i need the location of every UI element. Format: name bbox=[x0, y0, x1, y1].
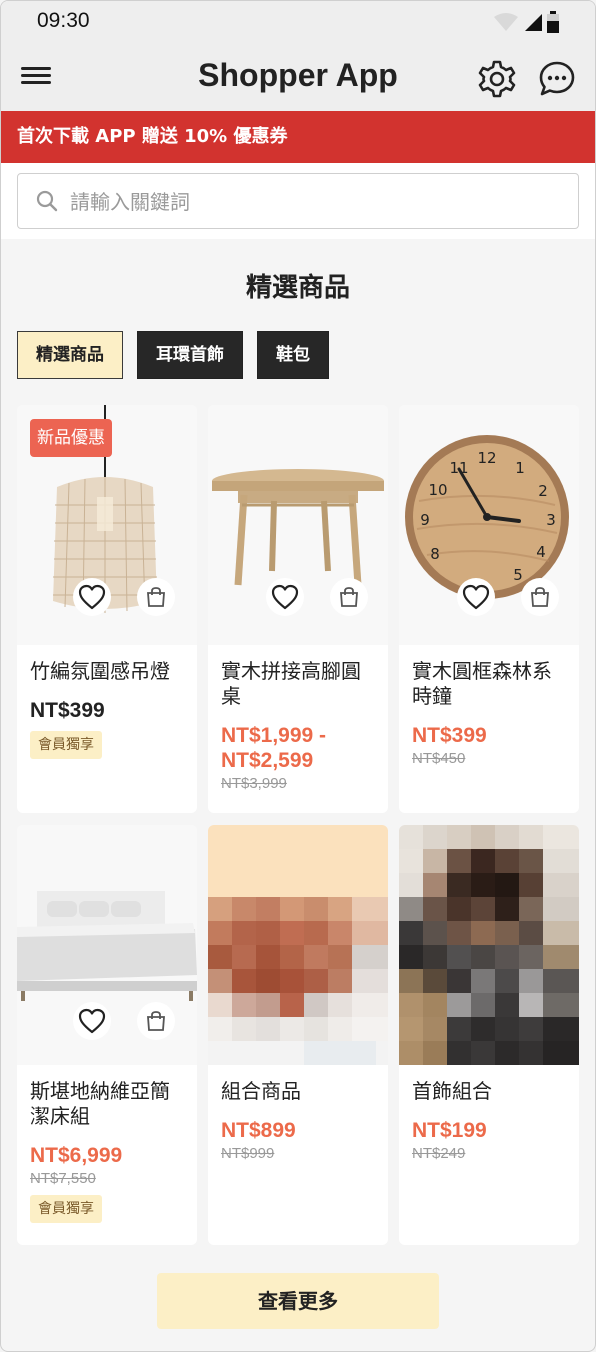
search-input[interactable] bbox=[70, 184, 550, 220]
phone-frame: 09:30 Shopper App 首次下載 APP 贈送 10% 優惠券 請輸… bbox=[0, 0, 596, 1352]
svg-text:2: 2 bbox=[538, 482, 548, 500]
product-info: 組合商品 NT$899 NT$999 bbox=[208, 1065, 388, 1162]
svg-text:9: 9 bbox=[420, 511, 430, 529]
original-price: NT$450 bbox=[412, 750, 466, 767]
svg-text:8: 8 bbox=[430, 545, 440, 563]
status-icons bbox=[493, 11, 559, 33]
heart-icon[interactable] bbox=[73, 578, 111, 616]
svg-text:10: 10 bbox=[428, 481, 447, 499]
product-name[interactable]: 實木圓框森林系時鐘 bbox=[412, 659, 566, 709]
category-tabs: 精選商品 耳環首飾 鞋包 bbox=[17, 331, 329, 379]
view-more-button[interactable]: 查看更多 bbox=[157, 1273, 439, 1329]
tab-earrings-jewelry[interactable]: 耳環首飾 bbox=[137, 331, 243, 379]
battery-icon bbox=[547, 11, 559, 33]
product-card[interactable]: 斯堪地納維亞簡潔床組 NT$6,999 NT$7,550 會員獨享 bbox=[17, 825, 197, 1245]
product-card[interactable]: 實木拼接高腳圓桌 NT$1,999 - NT$2,599 NT$3,999 bbox=[208, 405, 388, 813]
product-card[interactable]: 組合商品 NT$899 NT$999 bbox=[208, 825, 388, 1245]
signal-icon bbox=[525, 14, 542, 31]
product-image-lamp[interactable]: 新品優惠 bbox=[17, 405, 197, 645]
product-price: NT$199 bbox=[412, 1119, 487, 1142]
original-price: NT$999 bbox=[221, 1145, 275, 1162]
gear-icon[interactable] bbox=[477, 59, 517, 99]
product-card[interactable]: 首飾組合 NT$199 NT$249 bbox=[399, 825, 579, 1245]
search-icon bbox=[36, 190, 58, 212]
product-price: NT$399 bbox=[30, 699, 105, 722]
svg-text:12: 12 bbox=[477, 449, 496, 467]
member-exclusive-badge: 會員獨享 bbox=[30, 731, 102, 759]
member-exclusive-badge: 會員獨享 bbox=[30, 1195, 102, 1223]
new-product-badge: 新品優惠 bbox=[30, 419, 112, 457]
status-time: 09:30 bbox=[37, 9, 90, 32]
product-name[interactable]: 斯堪地納維亞簡潔床組 bbox=[30, 1079, 184, 1129]
shopping-bag-icon[interactable] bbox=[330, 578, 368, 616]
search-box[interactable] bbox=[17, 173, 579, 229]
svg-text:4: 4 bbox=[536, 543, 546, 561]
product-info: 斯堪地納維亞簡潔床組 NT$6,999 NT$7,550 會員獨享 bbox=[17, 1065, 197, 1223]
product-card[interactable]: 12 1 2 345 11 10 9 8 實木圓框森林系時鐘 NT$399 NT$450 bbox=[399, 405, 579, 813]
heart-icon[interactable] bbox=[73, 1002, 111, 1040]
product-info: 實木圓框森林系時鐘 NT$399 NT$450 bbox=[399, 645, 579, 767]
product-info: 竹編氛圍感吊燈 NT$399 會員獨享 bbox=[17, 645, 197, 759]
product-image-bundle[interactable] bbox=[208, 825, 388, 1065]
tab-shoes-bags[interactable]: 鞋包 bbox=[257, 331, 329, 379]
product-price: NT$1,999 - NT$2,599 bbox=[221, 724, 327, 772]
svg-text:1: 1 bbox=[515, 459, 525, 477]
wifi-icon bbox=[494, 13, 518, 31]
product-info: 首飾組合 NT$199 NT$249 bbox=[399, 1065, 579, 1162]
heart-icon[interactable] bbox=[457, 578, 495, 616]
product-price: NT$899 bbox=[221, 1119, 296, 1142]
heart-icon[interactable] bbox=[266, 578, 304, 616]
shopping-bag-icon[interactable] bbox=[137, 578, 175, 616]
section-title: 精選商品 bbox=[245, 273, 350, 303]
search-area bbox=[1, 163, 595, 239]
original-price: NT$7,550 bbox=[30, 1170, 96, 1187]
tab-featured[interactable]: 精選商品 bbox=[17, 331, 123, 379]
product-image-clock[interactable]: 12 1 2 345 11 10 9 8 bbox=[399, 405, 579, 645]
product-price: NT$6,999 bbox=[30, 1144, 123, 1167]
product-image-table[interactable] bbox=[208, 405, 388, 645]
svg-text:5: 5 bbox=[513, 566, 523, 584]
chat-bubble-icon[interactable] bbox=[537, 59, 577, 99]
product-name[interactable]: 組合商品 bbox=[221, 1079, 375, 1104]
shopping-bag-icon[interactable] bbox=[137, 1002, 175, 1040]
original-price: NT$3,999 bbox=[221, 775, 287, 792]
shopping-bag-icon[interactable] bbox=[521, 578, 559, 616]
svg-text:3: 3 bbox=[546, 511, 556, 529]
original-price: NT$249 bbox=[412, 1145, 466, 1162]
product-name[interactable]: 竹編氛圍感吊燈 bbox=[30, 659, 184, 684]
promo-banner[interactable]: 首次下載 APP 贈送 10% 優惠券 bbox=[1, 111, 595, 163]
product-price: NT$399 bbox=[412, 724, 487, 747]
product-card[interactable]: 新品優惠 竹編氛圍感吊燈 NT$399 會員獨享 bbox=[17, 405, 197, 813]
status-bar: 09:30 bbox=[1, 1, 595, 45]
product-name[interactable]: 首飾組合 bbox=[412, 1079, 566, 1104]
product-info: 實木拼接高腳圓桌 NT$1,999 - NT$2,599 NT$3,999 bbox=[208, 645, 388, 792]
product-image-bed[interactable] bbox=[17, 825, 197, 1065]
product-image-jewelry[interactable] bbox=[399, 825, 579, 1065]
app-bar: Shopper App bbox=[1, 45, 595, 111]
product-name[interactable]: 實木拼接高腳圓桌 bbox=[221, 659, 375, 709]
